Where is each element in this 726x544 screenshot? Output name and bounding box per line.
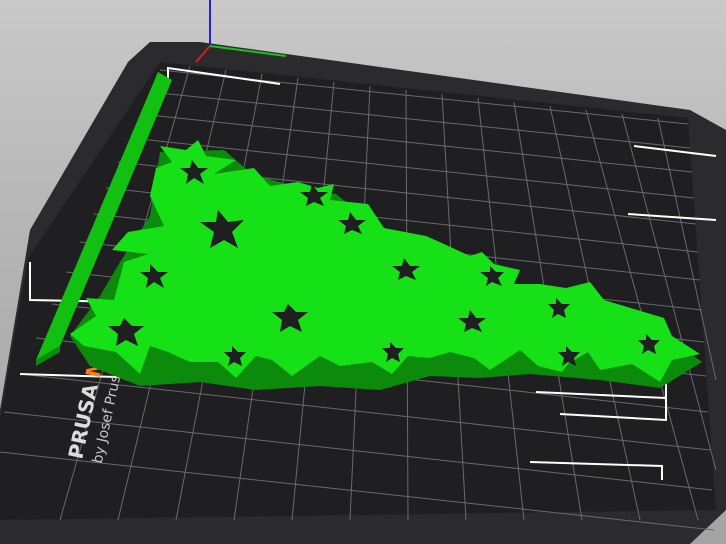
3d-viewport[interactable]: PRUSA MK4 by Josef Prusa (0, 0, 726, 544)
scene: PRUSA MK4 by Josef Prusa (0, 0, 726, 544)
